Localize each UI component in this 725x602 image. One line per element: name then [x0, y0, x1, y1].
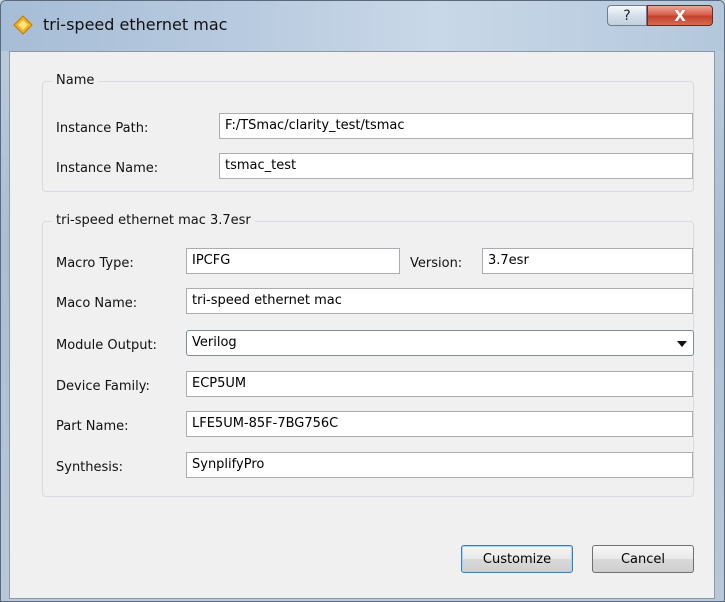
macro-type-label: Macro Type:: [56, 256, 134, 271]
dialog-client-area: Name Instance Path: F:/TSmac/clarity_tes…: [9, 51, 715, 599]
instance-path-label: Instance Path:: [56, 121, 149, 136]
close-button[interactable]: X: [647, 5, 713, 26]
customize-button[interactable]: Customize: [461, 545, 573, 573]
synthesis-input[interactable]: SynplifyPro: [186, 452, 693, 478]
window-title: tri-speed ethernet mac: [43, 15, 228, 34]
cancel-button[interactable]: Cancel: [592, 545, 694, 573]
customize-button-label: Customize: [482, 551, 552, 567]
close-icon: X: [674, 6, 686, 25]
module-output-select[interactable]: Verilog: [186, 330, 694, 356]
device-family-input[interactable]: ECP5UM: [186, 371, 693, 397]
app-diamond-icon: [13, 15, 33, 35]
help-icon: ?: [623, 7, 631, 24]
synthesis-label: Synthesis:: [56, 460, 124, 475]
help-button[interactable]: ?: [607, 5, 647, 26]
maco-name-label: Maco Name:: [56, 296, 138, 311]
module-output-label: Module Output:: [56, 338, 157, 353]
title-bar[interactable]: tri-speed ethernet mac ? X: [1, 1, 724, 51]
instance-name-input[interactable]: tsmac_test: [219, 153, 693, 179]
part-name-label: Part Name:: [56, 419, 129, 434]
dialog-window: tri-speed ethernet mac ? X Name Instance…: [0, 0, 725, 602]
instance-name-label: Instance Name:: [56, 161, 159, 176]
version-input[interactable]: 3.7esr: [482, 248, 693, 274]
instance-path-input[interactable]: F:/TSmac/clarity_test/tsmac: [219, 113, 693, 139]
maco-name-input[interactable]: tri-speed ethernet mac: [186, 288, 693, 314]
ip-group-title: tri-speed ethernet mac 3.7esr: [52, 213, 255, 228]
chevron-down-icon: [677, 341, 687, 347]
cancel-button-label: Cancel: [620, 551, 666, 567]
version-label: Version:: [410, 256, 463, 271]
part-name-input[interactable]: LFE5UM-85F-7BG756C: [186, 411, 693, 437]
macro-type-input[interactable]: IPCFG: [186, 248, 400, 274]
name-group-title: Name: [52, 73, 99, 88]
module-output-value: Verilog: [192, 335, 237, 350]
device-family-label: Device Family:: [56, 379, 150, 394]
